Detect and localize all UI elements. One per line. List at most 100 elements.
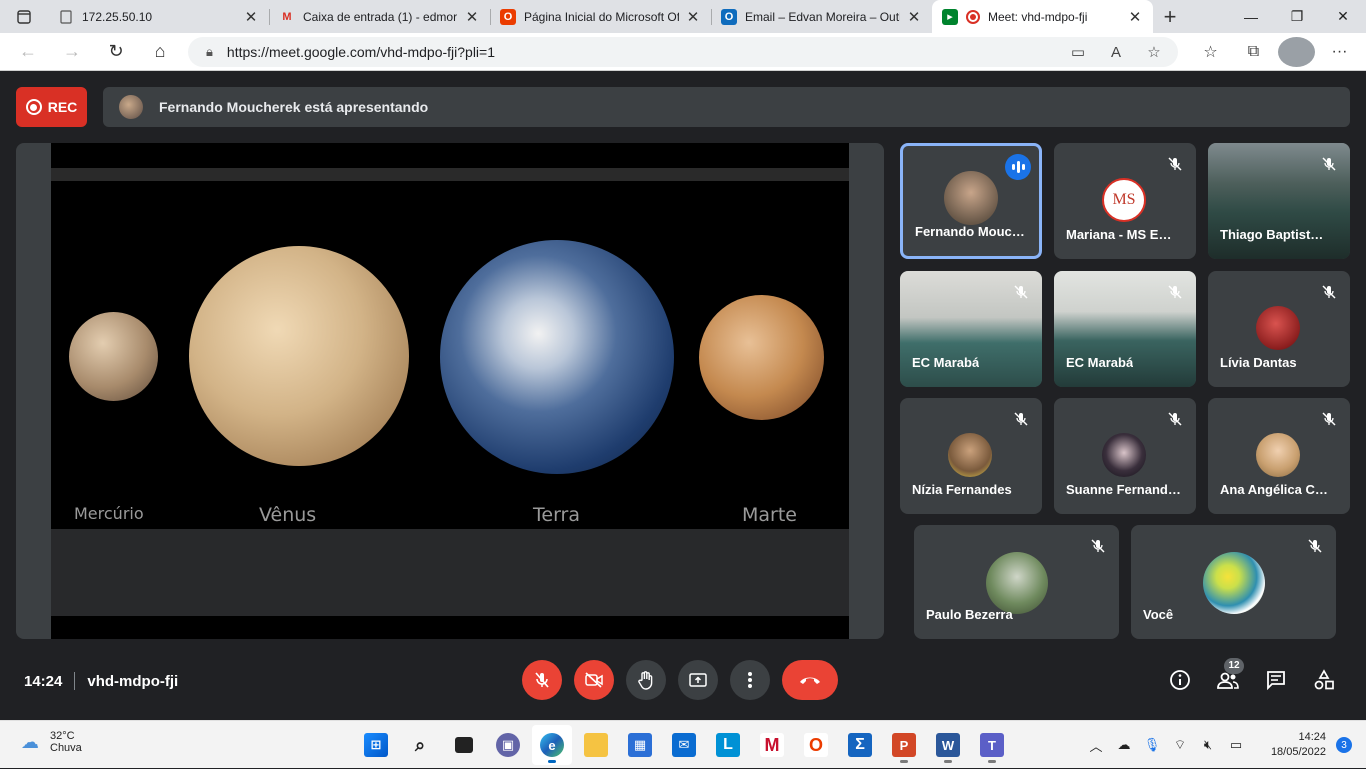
participant-name: Lívia Dantas xyxy=(1220,355,1297,370)
participant-tile[interactable]: Nízia Fernandes xyxy=(900,398,1042,514)
participant-name: Ana Angélica C… xyxy=(1220,482,1328,497)
file-explorer-app[interactable] xyxy=(576,725,616,765)
close-tab-icon[interactable]: ✕ xyxy=(464,8,480,26)
powerpoint-app[interactable]: P xyxy=(884,725,924,765)
presenting-banner: Fernando Moucherek está apresentando xyxy=(103,87,1350,127)
wifi-icon[interactable]: ⌔ xyxy=(1166,737,1194,753)
back-button[interactable]: ← xyxy=(6,33,50,71)
word-app[interactable]: W xyxy=(928,725,968,765)
participant-tile[interactable]: Fernando Mouc… xyxy=(900,143,1042,259)
present-screen-button[interactable] xyxy=(678,660,718,700)
meet-app: REC Fernando Moucherek está apresentando… xyxy=(0,71,1366,720)
raise-hand-button[interactable] xyxy=(626,660,666,700)
participant-tile[interactable]: Suanne Fernand… xyxy=(1054,398,1196,514)
participant-name: Nízia Fernandes xyxy=(912,482,1012,497)
new-tab-button[interactable]: + xyxy=(1153,0,1187,33)
close-tab-icon[interactable]: ✕ xyxy=(906,8,922,26)
meet-icon: ▸ xyxy=(942,8,958,25)
weather-widget[interactable]: ☁ 32°C Chuva xyxy=(18,730,82,754)
start-button[interactable]: ⊞ xyxy=(356,725,396,765)
windows-icon: ⊞ xyxy=(364,733,388,757)
math-app[interactable]: Σ xyxy=(840,725,880,765)
taskbar-apps: ⊞ ⌕ ▣ e ▦ ✉ L M O Σ P W T xyxy=(356,725,1012,765)
office-app[interactable]: O xyxy=(796,725,836,765)
participant-tile-self[interactable]: Você xyxy=(1131,525,1336,639)
minimize-button[interactable]: — xyxy=(1228,0,1274,33)
tab-1[interactable]: 172.25.50.10 ✕ xyxy=(48,0,269,33)
collections-icon[interactable]: ⧉ xyxy=(1235,37,1272,67)
chat-app[interactable]: ▣ xyxy=(488,725,528,765)
profile-button[interactable] xyxy=(1278,37,1315,67)
edge-app[interactable]: e xyxy=(532,725,572,765)
participant-tile[interactable]: Ana Angélica C… xyxy=(1208,398,1350,514)
l-app[interactable]: L xyxy=(708,725,748,765)
chevron-up-icon[interactable]: ︿ xyxy=(1082,736,1110,755)
mercury-image xyxy=(69,312,158,401)
muted-mic-icon xyxy=(1087,535,1109,557)
close-window-button[interactable]: ✕ xyxy=(1320,0,1366,33)
running-indicator xyxy=(900,760,908,763)
notification-badge[interactable]: 3 xyxy=(1336,737,1352,753)
muted-mic-icon xyxy=(1318,281,1340,303)
restore-button[interactable]: ❐ xyxy=(1274,0,1320,33)
recording-badge[interactable]: REC xyxy=(16,87,87,127)
leave-call-button[interactable] xyxy=(782,660,838,700)
weather-temperature: 32°C xyxy=(50,730,75,742)
close-tab-icon[interactable]: ✕ xyxy=(685,8,701,26)
gmail-icon: M xyxy=(282,10,292,23)
profile-avatar xyxy=(1278,37,1315,67)
battery-icon[interactable]: ▭ xyxy=(1222,737,1250,753)
close-tab-icon[interactable]: ✕ xyxy=(243,8,259,26)
running-indicator xyxy=(988,760,996,763)
tab-5[interactable]: ▸ Meet: vhd-mdpo-fji ✕ xyxy=(932,0,1153,33)
tab-title: Caixa de entrada (1) - edmor xyxy=(303,9,458,24)
volume-muted-icon[interactable]: 🔇︎ xyxy=(1194,737,1222,753)
more-menu-icon[interactable]: ··· xyxy=(1321,37,1358,67)
microphone-icon[interactable]: 🎙︎ xyxy=(1138,737,1166,753)
add-favorite-icon[interactable]: ☆ xyxy=(1140,38,1168,66)
mcafee-app[interactable]: M xyxy=(752,725,792,765)
meeting-details-button[interactable] xyxy=(1164,664,1196,696)
participant-tile[interactable]: MS Mariana - MS E… xyxy=(1054,143,1196,259)
onedrive-icon[interactable]: ☁ xyxy=(1110,737,1138,753)
store-app[interactable]: ▦ xyxy=(620,725,660,765)
mail-app[interactable]: ✉ xyxy=(664,725,704,765)
mcafee-icon: M xyxy=(760,733,784,757)
home-button[interactable]: ⌂ xyxy=(138,33,182,71)
search-button[interactable]: ⌕ xyxy=(400,725,440,765)
close-tab-icon[interactable]: ✕ xyxy=(1127,8,1143,26)
participant-tile[interactable]: EC Marabá xyxy=(1054,271,1196,387)
teams-icon: T xyxy=(980,733,1004,757)
tab-actions-button[interactable] xyxy=(0,0,48,33)
participant-tile[interactable]: Thiago Baptist… xyxy=(1208,143,1350,259)
participant-name: Mariana - MS E… xyxy=(1066,227,1172,242)
url-field[interactable]: 🔒︎ https://meet.google.com/vhd-mdpo-fji?… xyxy=(188,37,1178,67)
page-icon xyxy=(58,9,74,25)
shared-slide: Mercúrio Vênus Terra Marte xyxy=(51,143,849,639)
chat-button[interactable] xyxy=(1260,664,1292,696)
tab-2[interactable]: M Caixa de entrada (1) - edmor ✕ xyxy=(269,0,490,33)
search-icon: ⌕ xyxy=(414,734,426,755)
participant-tile[interactable]: Paulo Bezerra xyxy=(914,525,1119,639)
participant-tile[interactable]: Lívia Dantas xyxy=(1208,271,1350,387)
participant-tile[interactable]: EC Marabá xyxy=(900,271,1042,387)
participant-avatar xyxy=(1256,433,1300,477)
camera-permission-icon[interactable]: ▭ xyxy=(1064,38,1092,66)
microphone-toggle-button[interactable] xyxy=(522,660,562,700)
forward-button[interactable]: → xyxy=(50,33,94,71)
camera-toggle-button[interactable] xyxy=(574,660,614,700)
teams-app[interactable]: T xyxy=(972,725,1012,765)
tab-3[interactable]: O Página Inicial do Microsoft Of ✕ xyxy=(490,0,711,33)
more-options-button[interactable] xyxy=(730,660,770,700)
rain-cloud-icon: ☁ xyxy=(21,731,39,752)
people-button[interactable]: 12 xyxy=(1212,658,1244,696)
favorites-icon[interactable]: ☆ xyxy=(1192,37,1229,67)
refresh-button[interactable]: ↻ xyxy=(94,33,138,71)
activities-button[interactable] xyxy=(1308,664,1340,696)
task-view-button[interactable] xyxy=(444,725,484,765)
tab-actions-icon xyxy=(17,9,31,24)
read-aloud-icon[interactable]: A xyxy=(1102,38,1130,66)
clock[interactable]: 14:24 18/05/2022 xyxy=(1256,730,1326,760)
tab-4[interactable]: O Email – Edvan Moreira – Outl ✕ xyxy=(711,0,932,33)
earth-label: Terra xyxy=(533,504,580,526)
